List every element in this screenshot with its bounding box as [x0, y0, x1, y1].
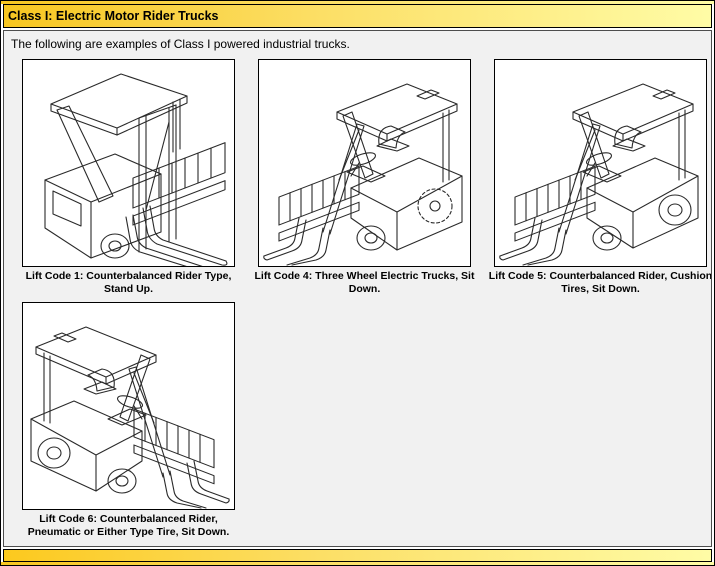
- forklift-three-wheel-image: [258, 59, 471, 267]
- bottom-yellow-band: [1, 562, 714, 565]
- forklift-cushion-icon: [495, 60, 706, 266]
- caption-line-2: Down.: [245, 283, 484, 296]
- forklift-pneumatic-image: [22, 302, 235, 510]
- figure-caption: Lift Code 4: Three Wheel Electric Trucks…: [245, 270, 484, 296]
- panel-footerbar: [3, 549, 712, 562]
- caption-line-2: Stand Up.: [9, 283, 248, 296]
- forklift-three-wheel-icon: [259, 60, 470, 266]
- figure-lift-code-6: Lift Code 6: Counterbalanced Rider, Pneu…: [22, 302, 235, 539]
- figure-caption: Lift Code 6: Counterbalanced Rider, Pneu…: [9, 513, 248, 539]
- class1-trucks-panel: Class I: Electric Motor Rider Trucks The…: [0, 0, 715, 566]
- figure-lift-code-5: Lift Code 5: Counterbalanced Rider, Cush…: [494, 59, 707, 296]
- figure-lift-code-4: Lift Code 4: Three Wheel Electric Trucks…: [258, 59, 471, 296]
- forklift-pneumatic-icon: [23, 303, 234, 509]
- caption-line-2: Pneumatic or Either Type Tire, Sit Down.: [9, 526, 248, 539]
- figure-grid: Lift Code 1: Counterbalanced Rider Type,…: [4, 59, 711, 539]
- forklift-standup-icon: [23, 60, 234, 266]
- caption-line-2: Tires, Sit Down.: [481, 283, 712, 296]
- figure-lift-code-1: Lift Code 1: Counterbalanced Rider Type,…: [22, 59, 235, 296]
- figure-caption: Lift Code 1: Counterbalanced Rider Type,…: [9, 270, 248, 296]
- caption-line-1: Lift Code 1: Counterbalanced Rider Type,: [9, 270, 248, 283]
- figure-caption: Lift Code 5: Counterbalanced Rider, Cush…: [481, 270, 712, 296]
- intro-text: The following are examples of Class I po…: [4, 31, 711, 59]
- caption-line-1: Lift Code 4: Three Wheel Electric Trucks…: [245, 270, 484, 283]
- caption-line-1: Lift Code 5: Counterbalanced Rider, Cush…: [481, 270, 712, 283]
- content-panel: The following are examples of Class I po…: [3, 30, 712, 547]
- panel-titlebar: Class I: Electric Motor Rider Trucks: [3, 4, 712, 28]
- panel-title: Class I: Electric Motor Rider Trucks: [8, 9, 219, 23]
- forklift-cushion-image: [494, 59, 707, 267]
- caption-line-1: Lift Code 6: Counterbalanced Rider,: [9, 513, 248, 526]
- forklift-standup-image: [22, 59, 235, 267]
